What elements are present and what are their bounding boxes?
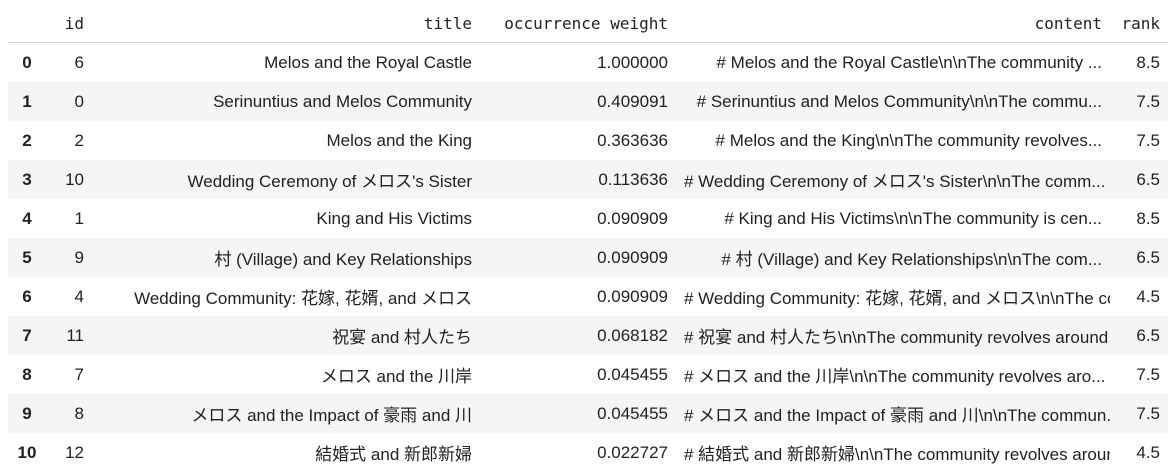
content-cell: # 結婚式 and 新郎新婦\n\nThe community revolves… (684, 445, 1110, 464)
occurrence-weight-cell: 0.090909 (597, 247, 668, 267)
table-row: 6 4 Wedding Community: 花嫁, 花婿, and メロス 0.09… (8, 277, 1168, 316)
title-header: title (92, 4, 480, 43)
content-cell: # メロス and the 川岸\n\nThe community revolv… (684, 367, 1106, 386)
table-row: 5 9 村 (Village) and Key Relationships 0.090… (8, 238, 1168, 277)
rank-cell: 8.5 (1136, 52, 1160, 72)
dataframe-table: id title occurrence weight content rank … (8, 4, 1168, 472)
id-cell: 9 (74, 247, 84, 267)
table-row: 2 2 Melos and the King 0.363636 # Melos and … (8, 121, 1168, 160)
id-cell: 0 (74, 91, 84, 111)
content-cell: # King and His Victims\n\nThe community … (724, 208, 1102, 228)
table-row: 1 0 Serinuntius and Melos Community 0.40909… (8, 82, 1168, 121)
title-cell: メロス and the Impact of 豪雨 and 川 (191, 406, 472, 425)
id-header: id (46, 4, 92, 43)
rank-cell: 8.5 (1136, 208, 1160, 228)
table-row: 3 10 Wedding Ceremony of メロス's Sister 0.113… (8, 160, 1168, 199)
title-cell: メロス and the 川岸 (320, 367, 472, 386)
table-row: 0 6 Melos and the Royal Castle 1.000000 # Me… (8, 43, 1168, 83)
id-cell: 12 (65, 442, 84, 462)
content-cell: # Wedding Ceremony of メロス's Sister\n\nTh… (684, 172, 1106, 191)
content-cell: # Melos and the King\n\nThe community re… (715, 130, 1102, 150)
id-cell: 7 (74, 364, 84, 384)
content-header: content (676, 4, 1110, 43)
occurrence-weight-header: occurrence weight (480, 4, 676, 43)
rank-cell: 4.5 (1136, 442, 1160, 462)
occurrence-weight-cell: 0.045455 (597, 364, 668, 384)
rank-cell: 7.5 (1136, 130, 1160, 150)
row-index: 9 (22, 403, 32, 423)
id-cell: 1 (74, 208, 84, 228)
id-cell: 8 (74, 403, 84, 423)
occurrence-weight-cell: 0.090909 (597, 286, 668, 306)
occurrence-weight-cell: 0.022727 (597, 442, 668, 462)
row-index: 3 (22, 169, 32, 189)
table-row: 10 12 結婚式 and 新郎新婦 0.022727 # 結婚式 and 新郎新婦\n… (8, 433, 1168, 472)
title-cell: Melos and the Royal Castle (264, 52, 472, 72)
table-row: 7 11 祝宴 and 村人たち 0.068182 # 祝宴 and 村人たち\n\nT… (8, 316, 1168, 355)
content-cell: # 祝宴 and 村人たち\n\nThe community revolves … (684, 328, 1110, 347)
id-cell: 6 (74, 52, 84, 72)
table-row: 8 7 メロス and the 川岸 0.045455 # メロス and the 川岸… (8, 355, 1168, 394)
rank-cell: 6.5 (1136, 169, 1160, 189)
id-cell: 2 (74, 130, 84, 150)
index-header (8, 4, 46, 43)
occurrence-weight-cell: 0.363636 (597, 130, 668, 150)
content-cell: # メロス and the Impact of 豪雨 and 川\n\nThe … (684, 406, 1110, 425)
content-cell: # Serinuntius and Melos Community\n\nThe… (696, 91, 1102, 111)
row-index: 0 (22, 52, 32, 72)
rank-cell: 7.5 (1136, 364, 1160, 384)
rank-header: rank (1110, 4, 1168, 43)
id-cell: 10 (65, 169, 84, 189)
header-row: id title occurrence weight content rank (8, 4, 1168, 43)
row-index: 5 (22, 247, 32, 267)
row-index: 4 (22, 208, 32, 228)
title-cell: Melos and the King (326, 130, 472, 150)
rank-cell: 7.5 (1136, 91, 1160, 111)
occurrence-weight-cell: 1.000000 (597, 52, 668, 72)
table-row: 9 8 メロス and the Impact of 豪雨 and 川 0.045455… (8, 394, 1168, 433)
content-cell: # Melos and the Royal Castle\n\nThe comm… (716, 52, 1102, 72)
title-cell: Serinuntius and Melos Community (213, 91, 472, 111)
occurrence-weight-cell: 0.409091 (597, 91, 668, 111)
id-cell: 11 (66, 325, 84, 345)
rank-cell: 7.5 (1136, 403, 1160, 423)
title-cell: 村 (Village) and Key Relationships (214, 250, 472, 269)
occurrence-weight-cell: 0.113636 (598, 169, 668, 189)
row-index: 1 (22, 91, 32, 111)
rank-cell: 6.5 (1136, 247, 1160, 267)
row-index: 6 (22, 286, 32, 306)
title-cell: Wedding Community: 花嫁, 花婿, and メロス (134, 289, 472, 308)
row-index: 10 (17, 442, 37, 462)
title-cell: Wedding Ceremony of メロス's Sister (187, 172, 472, 191)
content-cell: # Wedding Community: 花嫁, 花婿, and メロス\n\n… (684, 289, 1110, 308)
rank-cell: 6.5 (1136, 325, 1160, 345)
row-index: 8 (22, 364, 32, 384)
table-row: 4 1 King and His Victims 0.090909 # King and… (8, 199, 1168, 238)
title-cell: King and His Victims (316, 208, 472, 228)
rank-cell: 4.5 (1136, 286, 1160, 306)
occurrence-weight-cell: 0.068182 (597, 325, 668, 345)
occurrence-weight-cell: 0.045455 (597, 403, 668, 423)
title-cell: 結婚式 and 新郎新婦 (315, 445, 472, 464)
occurrence-weight-cell: 0.090909 (597, 208, 668, 228)
row-index: 7 (22, 325, 32, 345)
row-index: 2 (22, 130, 32, 150)
title-cell: 祝宴 and 村人たち (332, 328, 472, 347)
content-cell: # 村 (Village) and Key Relationships\n\nT… (721, 250, 1103, 269)
id-cell: 4 (74, 286, 84, 306)
table-body: 0 6 Melos and the Royal Castle 1.000000 # Me… (8, 43, 1168, 473)
